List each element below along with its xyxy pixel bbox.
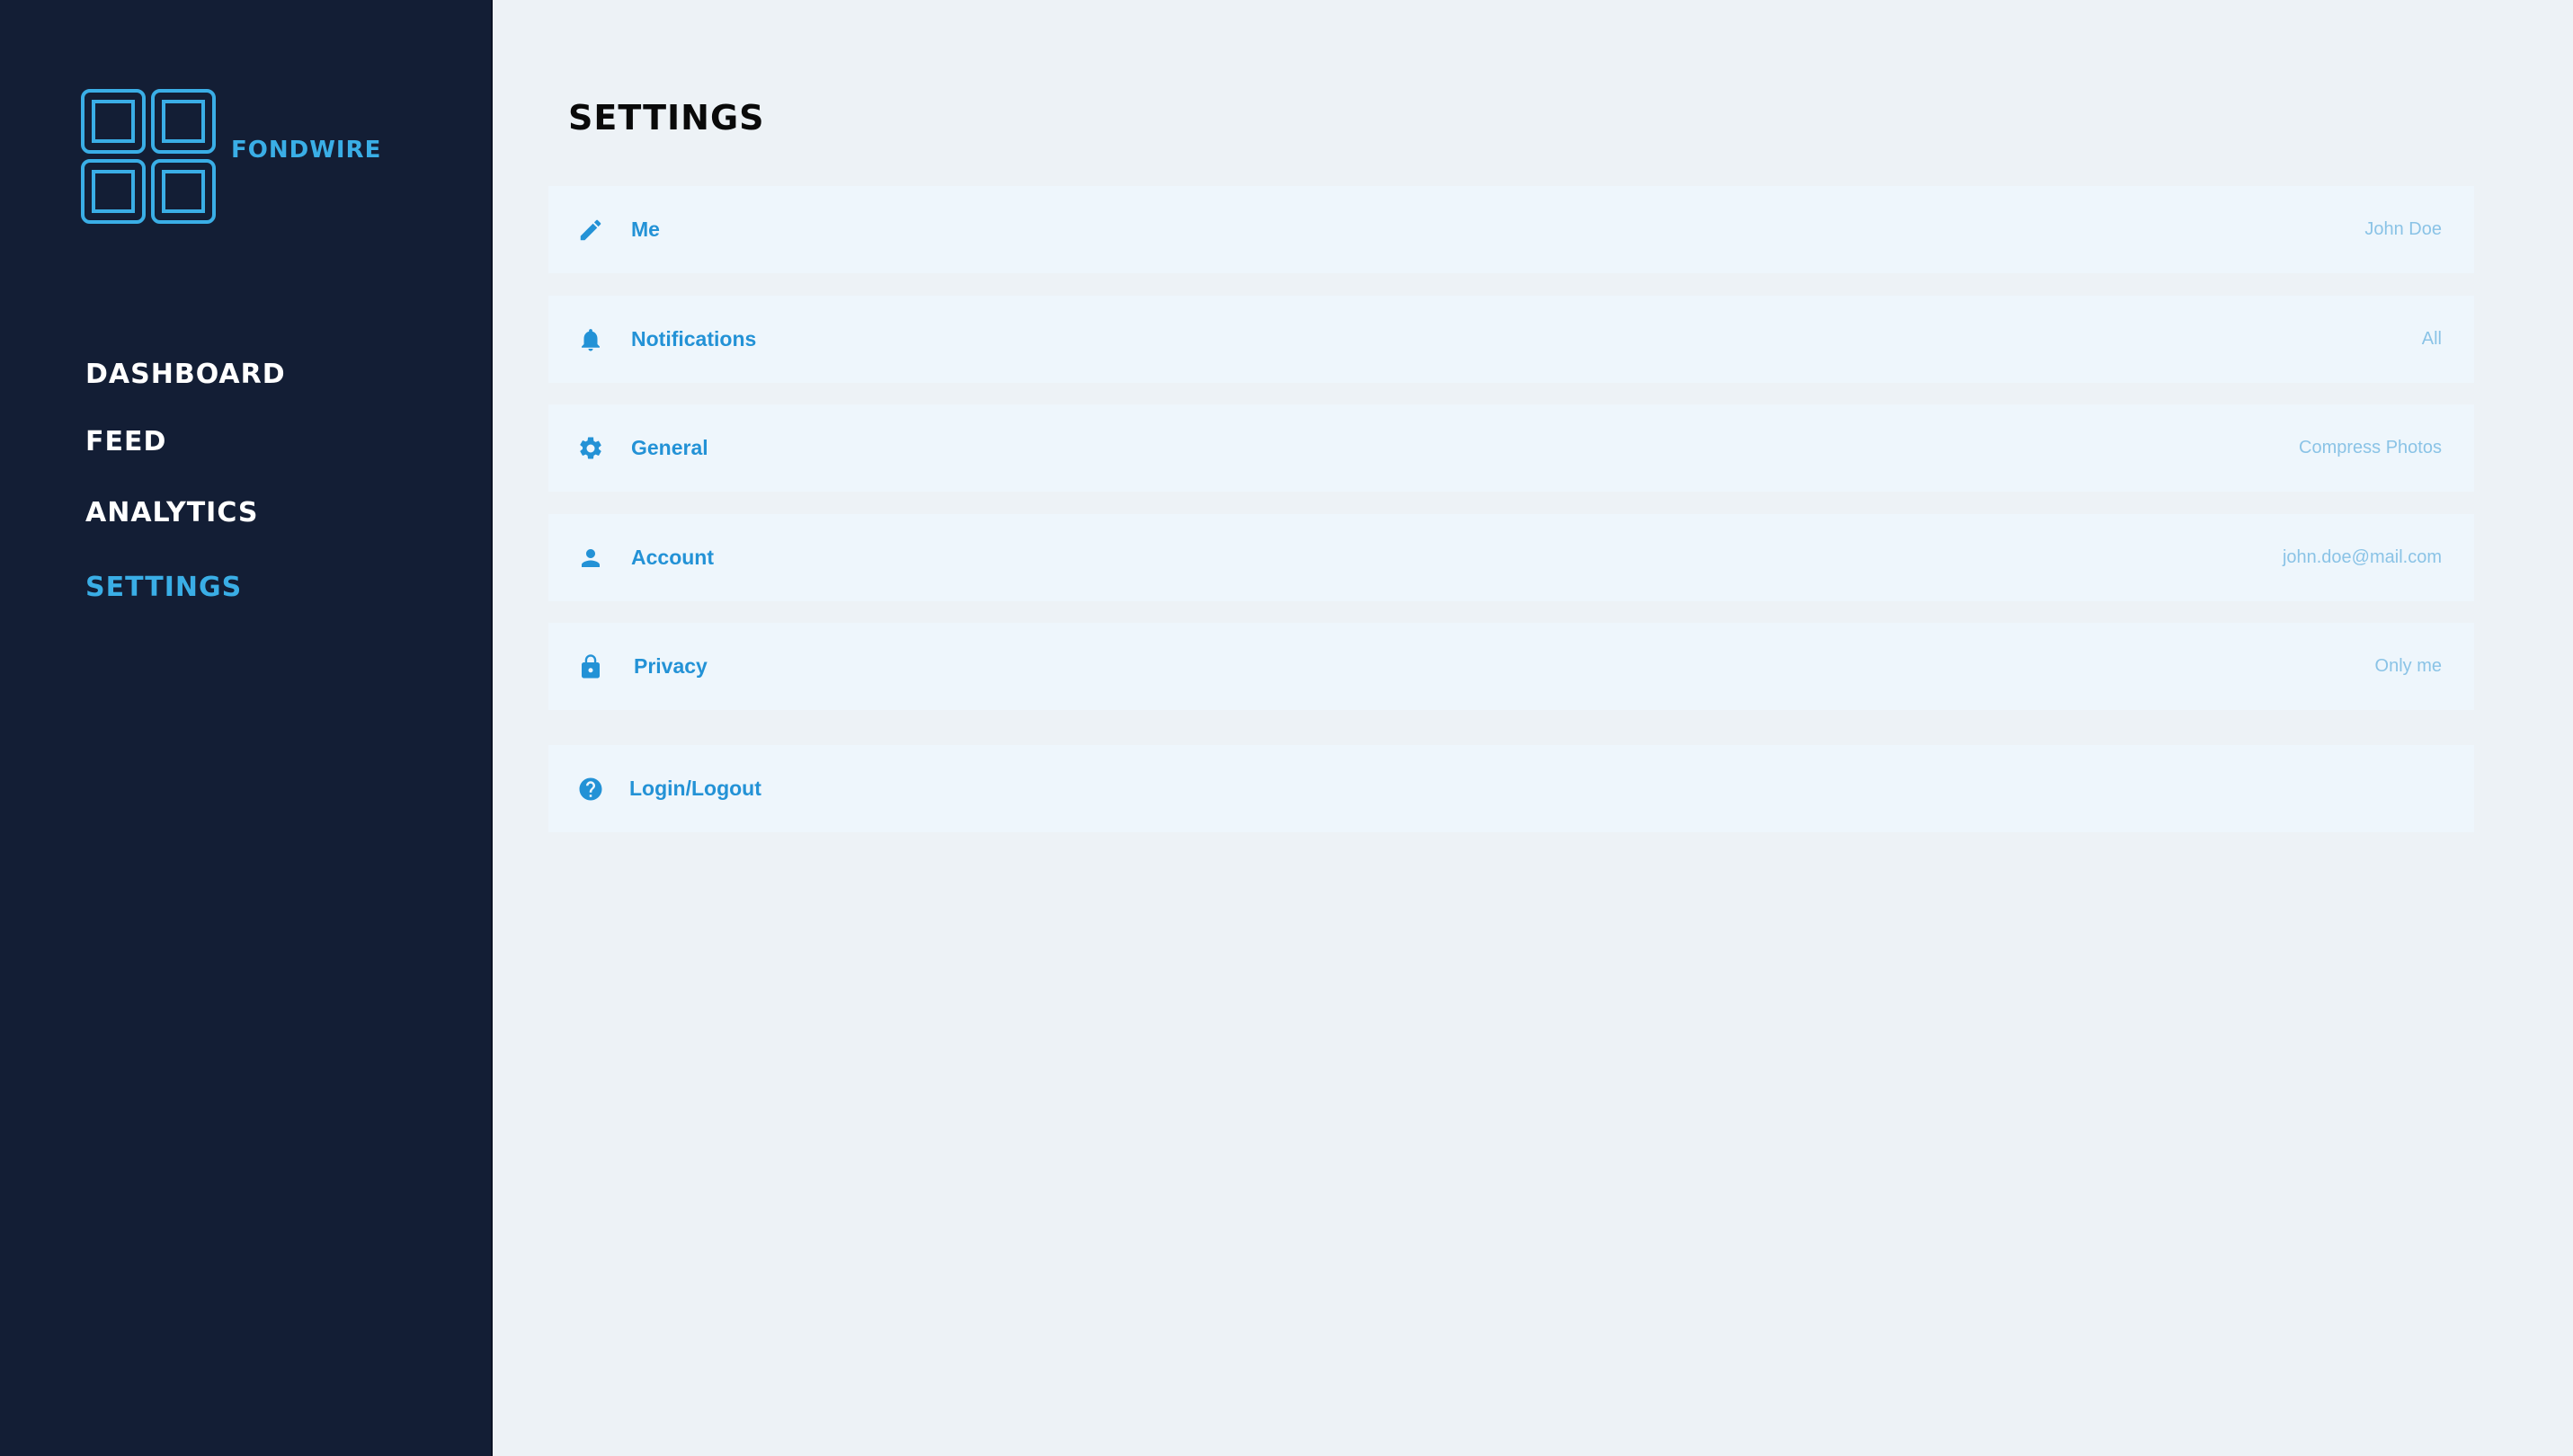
settings-row-value: john.doe@mail.com (2282, 547, 2442, 567)
settings-row-privacy[interactable]: Privacy Only me (548, 623, 2474, 710)
settings-row-label: Notifications (631, 327, 757, 351)
nav-item-settings[interactable]: SETTINGS (85, 572, 242, 604)
settings-row-value: Only me (2374, 656, 2442, 676)
gear-icon (580, 437, 601, 459)
settings-row-label: Me (631, 218, 660, 241)
page-title: SETTINGS (568, 98, 765, 138)
settings-row-value: John Doe (2364, 219, 2442, 239)
settings-row-value: Compress Photos (2299, 438, 2442, 457)
nav-item-dashboard[interactable]: DASHBOARD (85, 359, 286, 391)
user-icon (582, 549, 600, 567)
nav-item-feed[interactable]: FEED (85, 426, 166, 458)
settings-row-value: All (2421, 329, 2442, 349)
settings-row-label: Login/Logout (629, 777, 761, 800)
bell-icon (582, 329, 600, 351)
settings-row-label: General (631, 436, 708, 459)
settings-row-label: Account (631, 546, 714, 569)
settings-row-general[interactable]: General Compress Photos (548, 404, 2474, 492)
question-icon (579, 777, 602, 801)
settings-row-login-logout[interactable]: Login/Logout (548, 745, 2474, 832)
pencil-icon (580, 219, 601, 241)
lock-icon (582, 654, 600, 679)
settings-row-me[interactable]: Me John Doe (548, 186, 2474, 273)
settings-row-label: Privacy (634, 654, 708, 678)
settings-row-notifications[interactable]: Notifications All (548, 296, 2474, 383)
logo-icon[interactable] (80, 88, 217, 225)
nav-item-analytics[interactable]: ANALYTICS (85, 497, 259, 529)
brand-name[interactable]: FONDWIRE (231, 137, 381, 164)
settings-row-account[interactable]: Account john.doe@mail.com (548, 514, 2474, 601)
sidebar: FONDWIRE DASHBOARD FEED ANALYTICS SETTIN… (0, 0, 493, 1456)
